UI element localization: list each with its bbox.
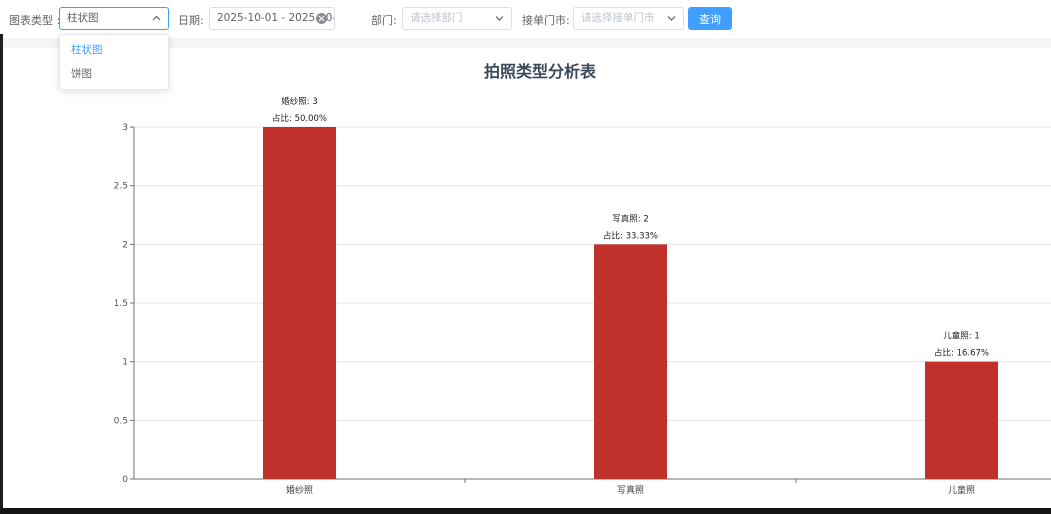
order-city-label: 接单门市:	[522, 14, 570, 27]
window-edge	[0, 34, 3, 508]
y-tick-label: 1	[122, 358, 128, 368]
clear-icon[interactable]	[316, 13, 327, 24]
chart-title: 拍照类型分析表	[484, 62, 597, 81]
x-tick-label: 儿童照	[948, 484, 975, 496]
chart-type-select[interactable]: 柱状图	[59, 7, 169, 30]
y-tick-label: 0.5	[114, 416, 128, 426]
x-tick-label: 婚纱照	[286, 484, 313, 496]
query-button[interactable]: 查询	[688, 7, 732, 30]
y-tick-label: 0	[122, 475, 128, 485]
data-label: 儿童照: 1	[943, 331, 979, 342]
chart-type-dropdown: 柱状图 饼图	[59, 34, 169, 90]
date-range-input[interactable]: 2025-10-01 - 2025-10-31	[209, 7, 335, 30]
bar	[263, 127, 336, 479]
chart-type-label: 图表类型 :	[9, 14, 61, 27]
data-label: 占比: 50.00%	[272, 113, 327, 124]
data-label: 占比: 33.33%	[603, 230, 658, 241]
x-tick-label: 写真照	[617, 484, 644, 496]
bar	[925, 361, 998, 479]
y-tick-label: 1.5	[114, 299, 128, 309]
y-tick-label: 2	[122, 240, 128, 250]
chart-type-value: 柱状图	[67, 12, 99, 24]
order-city-select[interactable]: 请选择接单门市	[573, 7, 684, 30]
filter-toolbar: 图表类型 : 柱状图 日期: 2025-10-01 - 2025-10-31 部…	[0, 0, 1051, 38]
data-label: 写真照: 2	[612, 213, 648, 224]
date-label: 日期:	[178, 14, 204, 27]
chevron-down-icon	[667, 8, 676, 29]
data-label: 婚纱照: 3	[281, 96, 317, 107]
bar	[594, 244, 667, 479]
data-label: 占比: 16.67%	[934, 348, 989, 359]
window-bottom-edge	[0, 508, 1051, 514]
y-tick-label: 2.5	[114, 182, 128, 192]
bar-chart: 拍照类型分析表 0 0.5 1 1.5 2 2.5 3 婚纱照 婚纱照: 3 占比: 50.00% 写…	[114, 62, 1051, 496]
department-placeholder: 请选择部门	[410, 12, 463, 24]
department-label: 部门:	[371, 14, 397, 27]
dropdown-option-pie[interactable]: 饼图	[60, 62, 168, 86]
chevron-down-icon	[495, 8, 504, 29]
y-tick-label: 3	[122, 123, 128, 133]
chevron-up-icon	[152, 8, 161, 29]
department-select[interactable]: 请选择部门	[402, 7, 512, 30]
dropdown-option-bar[interactable]: 柱状图	[60, 38, 168, 62]
app-window: 图表类型 : 柱状图 日期: 2025-10-01 - 2025-10-31 部…	[0, 0, 1051, 508]
order-city-placeholder: 请选择接单门市	[581, 12, 655, 24]
